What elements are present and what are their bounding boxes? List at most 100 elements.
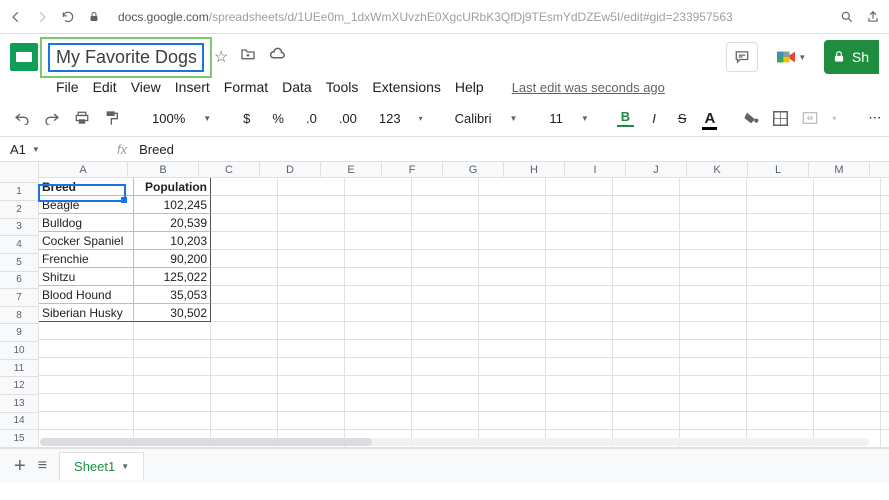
row-header[interactable]: 5	[0, 254, 39, 272]
row-header[interactable]: 7	[0, 289, 39, 307]
cell-C4[interactable]	[211, 232, 278, 250]
meet-button[interactable]: ▼	[774, 43, 808, 71]
text-color-button[interactable]: A	[704, 110, 715, 127]
cell-I7[interactable]	[613, 286, 680, 304]
row-header[interactable]: 14	[0, 413, 39, 431]
cell-C12[interactable]	[211, 376, 278, 394]
italic-button[interactable]: I	[648, 111, 660, 126]
col-header[interactable]: C	[199, 162, 260, 178]
cell-J8[interactable]	[680, 304, 747, 322]
cell-E8[interactable]	[345, 304, 412, 322]
cell-C3[interactable]	[211, 214, 278, 232]
cell-L10[interactable]	[814, 340, 881, 358]
cell-G1[interactable]	[479, 178, 546, 196]
cell-L7[interactable]	[814, 286, 881, 304]
cell-H11[interactable]	[546, 358, 613, 376]
cell-F12[interactable]	[412, 376, 479, 394]
menu-tools[interactable]: Tools	[326, 79, 359, 95]
cell-L3[interactable]	[814, 214, 881, 232]
cell-F11[interactable]	[412, 358, 479, 376]
cell-L5[interactable]	[814, 250, 881, 268]
row-header[interactable]: 1	[0, 183, 39, 201]
horizontal-scrollbar[interactable]	[40, 438, 869, 446]
menu-format[interactable]: Format	[224, 79, 268, 95]
cell-M12[interactable]	[881, 376, 889, 394]
cell-G5[interactable]	[479, 250, 546, 268]
cell-M10[interactable]	[881, 340, 889, 358]
back-icon[interactable]	[8, 9, 24, 25]
cell-I6[interactable]	[613, 268, 680, 286]
format-percent[interactable]: %	[268, 111, 288, 126]
cell-E1[interactable]	[345, 178, 412, 196]
cell-L8[interactable]	[814, 304, 881, 322]
increase-decimal[interactable]: .00	[335, 111, 361, 126]
cell-B3[interactable]: 20,539	[134, 214, 211, 232]
cell-I9[interactable]	[613, 322, 680, 340]
cell-K9[interactable]	[747, 322, 814, 340]
cell-F2[interactable]	[412, 196, 479, 214]
cell-E5[interactable]	[345, 250, 412, 268]
cell-A13[interactable]	[39, 394, 134, 412]
cell-I14[interactable]	[613, 412, 680, 430]
row-header[interactable]: 12	[0, 377, 39, 395]
cell-A7[interactable]: Blood Hound	[39, 286, 134, 304]
cell-M3[interactable]	[881, 214, 889, 232]
cell-J9[interactable]	[680, 322, 747, 340]
cell-M1[interactable]	[881, 178, 889, 196]
cell-D9[interactable]	[278, 322, 345, 340]
cell-L1[interactable]	[814, 178, 881, 196]
forward-icon[interactable]	[34, 9, 50, 25]
cell-M8[interactable]	[881, 304, 889, 322]
cell-E12[interactable]	[345, 376, 412, 394]
cell-K13[interactable]	[747, 394, 814, 412]
cell-F8[interactable]	[412, 304, 479, 322]
cell-K14[interactable]	[747, 412, 814, 430]
cell-H7[interactable]	[546, 286, 613, 304]
undo-icon[interactable]	[14, 109, 30, 127]
cell-A9[interactable]	[39, 322, 134, 340]
cell-D3[interactable]	[278, 214, 345, 232]
cell-K4[interactable]	[747, 232, 814, 250]
cell-J4[interactable]	[680, 232, 747, 250]
cell-A14[interactable]	[39, 412, 134, 430]
format-currency[interactable]: $	[239, 111, 254, 126]
cell-H4[interactable]	[546, 232, 613, 250]
row-header[interactable]: 6	[0, 272, 39, 290]
zoom-select[interactable]: 100%	[148, 111, 189, 126]
cell-K11[interactable]	[747, 358, 814, 376]
formula-input[interactable]: Breed	[139, 142, 174, 157]
cell-H1[interactable]	[546, 178, 613, 196]
cell-I10[interactable]	[613, 340, 680, 358]
cell-L6[interactable]	[814, 268, 881, 286]
cell-G8[interactable]	[479, 304, 546, 322]
cell-M4[interactable]	[881, 232, 889, 250]
cell-J1[interactable]	[680, 178, 747, 196]
cell-M15[interactable]	[881, 430, 889, 448]
cell-K3[interactable]	[747, 214, 814, 232]
select-all-corner[interactable]	[0, 162, 39, 183]
move-icon[interactable]	[240, 47, 256, 67]
star-icon[interactable]: ☆	[214, 47, 228, 67]
cell-B6[interactable]: 125,022	[134, 268, 211, 286]
menu-help[interactable]: Help	[455, 79, 484, 95]
col-header[interactable]: L	[748, 162, 809, 178]
cell-M5[interactable]	[881, 250, 889, 268]
cell-E4[interactable]	[345, 232, 412, 250]
col-header[interactable]: N	[870, 162, 889, 178]
cell-H10[interactable]	[546, 340, 613, 358]
menu-insert[interactable]: Insert	[175, 79, 210, 95]
last-edit-link[interactable]: Last edit was seconds ago	[512, 80, 665, 95]
col-header[interactable]: D	[260, 162, 321, 178]
cell-D1[interactable]	[278, 178, 345, 196]
cell-M9[interactable]	[881, 322, 889, 340]
cell-A3[interactable]: Bulldog	[39, 214, 134, 232]
cell-B8[interactable]: 30,502	[134, 304, 211, 322]
cell-I2[interactable]	[613, 196, 680, 214]
cell-L11[interactable]	[814, 358, 881, 376]
cell-L12[interactable]	[814, 376, 881, 394]
cell-J10[interactable]	[680, 340, 747, 358]
cell-E2[interactable]	[345, 196, 412, 214]
share-button[interactable]: Sh	[824, 40, 879, 74]
cell-G10[interactable]	[479, 340, 546, 358]
menu-edit[interactable]: Edit	[93, 79, 117, 95]
